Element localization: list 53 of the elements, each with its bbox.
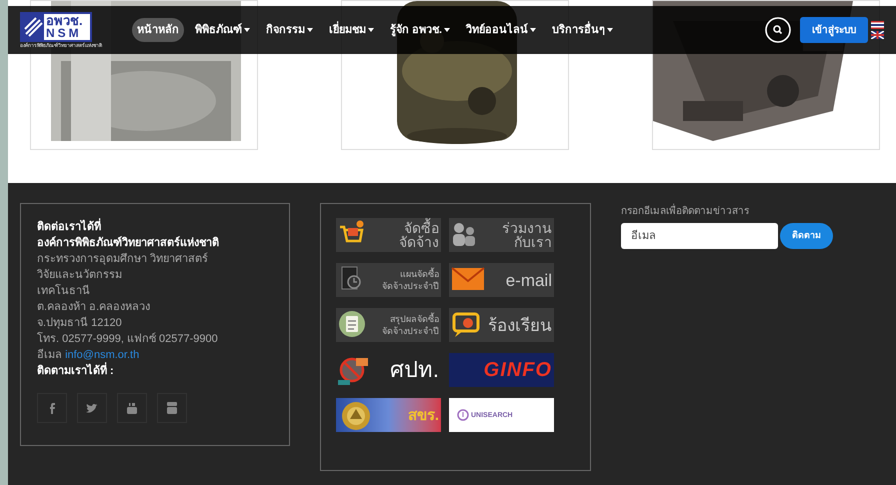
twitter-icon <box>86 404 98 412</box>
social-link[interactable] <box>117 393 147 423</box>
email-line: อีเมล info@nsm.or.th <box>37 348 140 362</box>
address-line: เทคโนธานี <box>37 283 91 299</box>
thai-flag-icon <box>871 21 884 29</box>
nav-menu-item[interactable]: กิจกรรม <box>261 18 318 42</box>
banner-label: จัดจ้าง <box>399 235 439 249</box>
banner-label: จัดจ้างประจำปี <box>382 325 439 337</box>
subscribe-button[interactable]: ติดตาม <box>780 223 833 249</box>
banner-label: GINFO <box>484 360 552 380</box>
banner-label: จัดจ้างประจำปี <box>382 280 439 292</box>
banner-link[interactable]: แผนจัดซื้อ จัดจ้างประจำปี <box>336 263 441 297</box>
banner-label: แผนจัดซื้อ <box>400 268 439 280</box>
nav-menu-item[interactable]: เยี่ยมชม <box>324 18 379 42</box>
address-line: วิจัยและนวัตกรรม <box>37 268 123 283</box>
social-link[interactable] <box>157 393 187 423</box>
banner-link[interactable]: ร้องเรียน <box>449 308 554 342</box>
nav-menu-item[interactable]: พิพิธภัณฑ์ <box>190 18 255 42</box>
banner-label: กับเรา <box>514 235 552 249</box>
banner-label: ร่วมงาน <box>502 221 552 235</box>
address-line: โทร. 02577-9999, แฟกซ์ 02577-9900 <box>37 331 219 347</box>
address-line: ต.คลองห้า อ.คลองหลวง <box>37 300 152 315</box>
logo-icon <box>457 409 469 421</box>
search-icon <box>765 17 791 43</box>
uk-flag-icon <box>871 31 884 39</box>
banner-label: ศปท. <box>390 359 439 381</box>
social-link[interactable] <box>77 393 107 423</box>
follow-label: ติดตามเราได้ที่ : <box>37 363 273 379</box>
banner-link[interactable]: สรุปผลจัดซื้อ จัดจ้างประจำปี <box>336 308 441 342</box>
banner-label: สรุปผลจัดซื้อ <box>390 313 439 325</box>
facebook-icon <box>50 402 54 414</box>
nav-menu-item[interactable]: หน้าหลัก <box>132 18 184 42</box>
email-input[interactable]: อีเมล <box>621 223 778 249</box>
banner-label: ร้องเรียน <box>488 316 552 334</box>
nav-menu-item[interactable]: รู้จัก อพวช. <box>385 18 456 42</box>
address-line: กระทรวงการอุดมศึกษา วิทยาศาสตร์ <box>37 252 210 267</box>
social-link[interactable] <box>37 393 67 423</box>
banner-link[interactable]: จัดซื้อ จัดจ้าง <box>336 218 441 252</box>
address-line: จ.ปทุมธานี 12120 <box>37 316 123 331</box>
login-button[interactable]: เข้าสู่ระบบ <box>800 17 868 43</box>
contact-heading: ติดต่อเราได้ที่ <box>37 219 273 235</box>
banner-link[interactable]: GINFO <box>449 353 554 387</box>
logo-title: อพวช. <box>46 14 83 27</box>
nav-menu-item[interactable]: บริการอื่นๆ <box>547 18 618 42</box>
organization-name: องค์การพิพิธภัณฑ์วิทยาศาสตร์แห่งชาติ <box>37 235 220 251</box>
logo-subtitle: NSM <box>46 27 83 39</box>
banner-link[interactable]: e-mail <box>449 263 554 297</box>
email-link[interactable]: info@nsm.or.th <box>65 349 140 361</box>
banner-label: e-mail <box>506 272 552 288</box>
banner-label: สขร. <box>408 408 439 422</box>
newsletter-label: กรอกอีเมลเพื่อติดตามข่าวสาร <box>621 204 833 219</box>
banner-link[interactable]: ร่วมงาน กับเรา <box>449 218 554 252</box>
nav-menu-item[interactable]: วิทย์ออนไลน์ <box>461 18 542 42</box>
